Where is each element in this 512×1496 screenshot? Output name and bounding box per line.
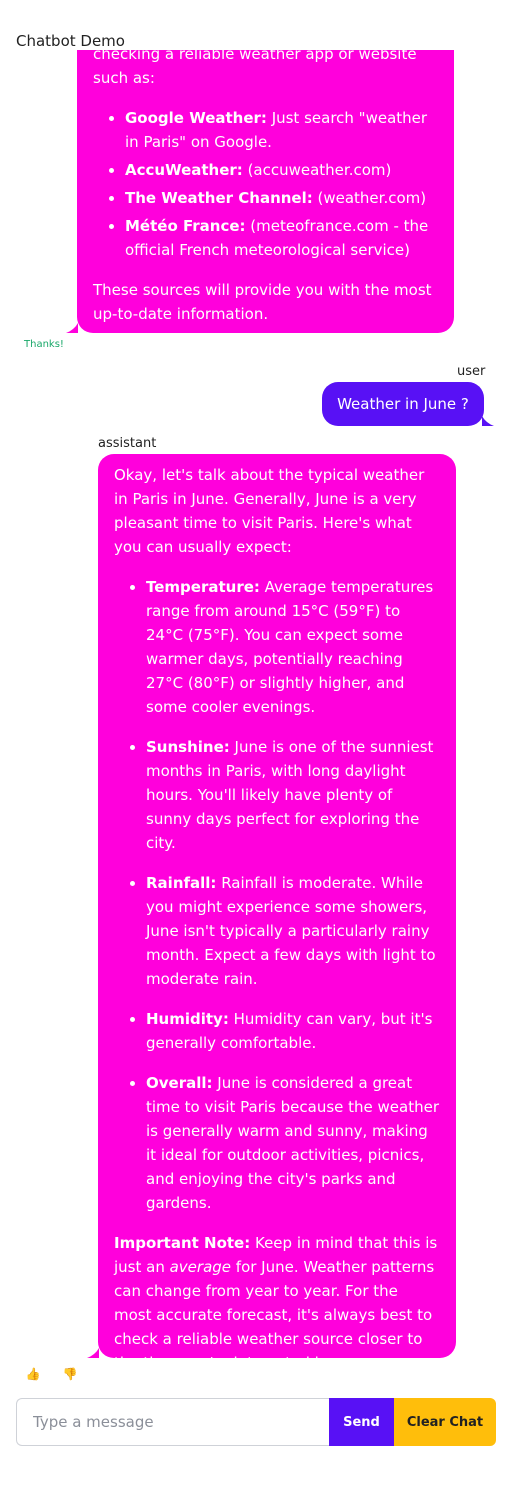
assistant-message-bubble: Okay, let's talk about the typical weath…: [98, 454, 456, 1372]
item-title: Temperature:: [146, 578, 260, 596]
weather-list: Temperature: Average temperatures range …: [114, 575, 440, 1215]
role-label: user: [457, 364, 486, 379]
item-title: Rainfall:: [146, 874, 217, 892]
item-text: Average temperatures range from around 1…: [146, 578, 434, 716]
source-detail: (accuweather.com): [242, 161, 392, 179]
source-name: The Weather Channel:: [125, 189, 313, 207]
send-button[interactable]: Send: [329, 1398, 394, 1446]
bubble-tail: [66, 323, 78, 333]
list-item: AccuWeather: (accuweather.com): [125, 158, 438, 182]
important-note: Important Note: Keep in mind that this i…: [114, 1231, 440, 1375]
bubble-tail: [482, 416, 494, 426]
list-item: Rainfall: Rainfall is moderate. While yo…: [146, 871, 440, 991]
list-item: Sunshine: June is one of the sunniest mo…: [146, 735, 440, 855]
item-title: Humidity:: [146, 1010, 229, 1028]
message-intro: checking a reliable weather app or websi…: [93, 50, 417, 87]
app-title: Chatbot Demo: [16, 32, 125, 50]
item-title: Overall:: [146, 1074, 213, 1092]
list-item: Overall: June is considered a great time…: [146, 1071, 440, 1215]
note-label: Important Note:: [114, 1234, 251, 1252]
list-item: Google Weather: Just search "weather in …: [125, 106, 438, 154]
assistant-message-bubble: checking a reliable weather app or websi…: [77, 50, 454, 333]
list-item: The Weather Channel: (weather.com): [125, 186, 438, 210]
source-name: Google Weather:: [125, 109, 267, 127]
bubble-tail: [87, 1348, 99, 1358]
source-name: Météo France:: [125, 217, 246, 235]
item-title: Sunshine:: [146, 738, 230, 756]
item-text: June is considered a great time to visit…: [146, 1074, 440, 1212]
user-message-bubble: Weather in June ?: [322, 382, 484, 426]
list-item: Temperature: Average temperatures range …: [146, 575, 440, 719]
role-label: assistant: [98, 436, 157, 451]
source-list: Google Weather: Just search "weather in …: [93, 106, 438, 262]
source-name: AccuWeather:: [125, 161, 243, 179]
message-outro: These sources will provide you with the …: [93, 281, 432, 323]
thumbs-down-icon[interactable]: 👎: [60, 1365, 80, 1383]
message-composer: Send Clear Chat: [16, 1398, 496, 1446]
note-emphasis: average: [169, 1258, 232, 1276]
list-item: Humidity: Humidity can vary, but it's ge…: [146, 1007, 440, 1055]
list-item: Météo France: (meteofrance.com - the off…: [125, 214, 438, 262]
message-input[interactable]: [16, 1398, 329, 1446]
thumbs-up-icon[interactable]: 👍: [23, 1365, 43, 1383]
message-intro: Okay, let's talk about the typical weath…: [114, 466, 425, 556]
source-detail: (weather.com): [312, 189, 427, 207]
clear-chat-button[interactable]: Clear Chat: [394, 1398, 496, 1446]
suggestion-link[interactable]: Thanks!: [24, 337, 64, 353]
chat-history[interactable]: checking a reliable weather app or websi…: [0, 50, 512, 1382]
user-message-text: Weather in June ?: [337, 395, 469, 413]
